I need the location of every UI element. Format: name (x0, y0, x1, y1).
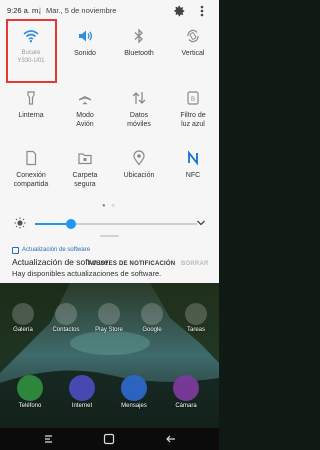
tile-label: Filtro de luz azul (180, 112, 206, 128)
tile-airplane[interactable]: Modo Avión (58, 86, 112, 130)
app-google[interactable]: Google (133, 303, 171, 333)
tile-label: Conexión compartida (13, 172, 49, 188)
app-playstore[interactable]: Play Store (90, 303, 128, 333)
tile-nfc[interactable]: NFC (166, 146, 220, 190)
app-icon (98, 303, 120, 325)
home-screen: Galería Contactos Play Store Google Tareas T… (0, 283, 219, 428)
tile-rotate[interactable]: Vertical (166, 24, 220, 68)
back-icon[interactable] (164, 432, 178, 446)
navigation-bar (0, 428, 219, 450)
app-galera[interactable]: Galería (4, 303, 42, 333)
app-icon (69, 375, 95, 401)
flashlight-icon (27, 91, 35, 105)
tile-label: Datos móviles (127, 112, 151, 128)
app-label: Tareas (186, 327, 205, 333)
location-icon (133, 150, 145, 166)
app-label: Galería (13, 327, 33, 333)
tile-label: Carpeta segura (72, 172, 98, 188)
svg-text:B: B (191, 97, 195, 103)
app-contactos[interactable]: Contactos (47, 303, 85, 333)
app-label: Google (142, 327, 162, 333)
tile-label: Sonido (74, 50, 96, 57)
status-date: Mar., 5 de noviembre (46, 6, 117, 15)
nfc-icon (188, 150, 198, 166)
software-update-icon (12, 247, 19, 254)
app-label: Play Store (95, 327, 123, 333)
tile-label: Bluetooth (124, 50, 154, 57)
app-icon (121, 375, 147, 401)
page-indicator: ● ○ (102, 203, 117, 209)
app-label: Cámara (175, 403, 197, 409)
clear-button[interactable]: BORRAR (181, 261, 209, 267)
rotate-icon (187, 29, 199, 43)
notification-text: Hay disponibles actualizaciones de softw… (12, 269, 162, 278)
brightness-slider-thumb[interactable] (65, 219, 76, 229)
quick-settings-panel: 9:26 a. m. | Mar., 5 de noviembre Bucare… (0, 0, 219, 283)
status-separator: | (39, 6, 41, 15)
tile-mobile-data[interactable]: Datos móviles (112, 86, 166, 130)
status-time: 9:26 a. m. (7, 6, 41, 15)
airplane-icon (79, 91, 91, 105)
wifi-tile-highlight (6, 19, 57, 83)
app-icon (185, 303, 207, 325)
more-options-icon[interactable] (196, 4, 208, 18)
tile-location[interactable]: Ubicación (112, 146, 166, 190)
app-label: Internet (71, 403, 93, 409)
chevron-down-icon[interactable] (196, 218, 206, 228)
notification-settings-button[interactable]: AJUSTES DE NOTIFICACIÓN (88, 261, 175, 267)
app-tareas[interactable]: Tareas (177, 303, 215, 333)
hotspot-icon (26, 150, 37, 166)
tile-label: Vertical (181, 50, 205, 57)
tile-hotspot[interactable]: Conexión compartida (4, 146, 58, 190)
app-icon (141, 303, 163, 325)
app-label: Contactos (52, 327, 80, 333)
app-cmara[interactable]: Cámara (167, 375, 205, 409)
app-label: Teléfono (18, 403, 42, 409)
notification-app-name: Actualización de software (22, 247, 91, 253)
app-icon (55, 303, 77, 325)
app-icon (17, 375, 43, 401)
app-label: Mensajes (121, 403, 147, 409)
home-button-icon[interactable] (102, 432, 116, 446)
drag-handle[interactable] (100, 235, 119, 237)
app-icon (12, 303, 34, 325)
app-mensajes[interactable]: Mensajes (115, 375, 153, 409)
tile-label: NFC (185, 172, 201, 179)
volume-icon (79, 30, 93, 42)
bluetooth-icon (134, 28, 143, 44)
tile-secure-folder[interactable]: Carpeta segura (58, 146, 112, 190)
brightness-slider[interactable] (35, 219, 197, 229)
tile-blue-light-filter[interactable]: B Filtro de luz azul (166, 86, 220, 130)
blue-light-filter-icon: B (187, 91, 199, 105)
app-icon (173, 375, 199, 401)
recent-apps-icon[interactable] (42, 432, 56, 446)
tile-label: Modo Avión (76, 112, 94, 128)
secure-folder-icon (78, 153, 92, 165)
gear-icon[interactable] (172, 4, 186, 18)
app-telfono[interactable]: Teléfono (11, 375, 49, 409)
tile-label: Linterna (18, 112, 44, 119)
mobile-data-icon (132, 92, 146, 104)
tile-label: Ubicación (123, 172, 155, 179)
brightness-icon (14, 217, 26, 229)
tile-flashlight[interactable]: Linterna (4, 86, 58, 130)
app-internet[interactable]: Internet (63, 375, 101, 409)
tile-volume[interactable]: Sonido (58, 24, 112, 68)
tile-bluetooth[interactable]: Bluetooth (112, 24, 166, 68)
